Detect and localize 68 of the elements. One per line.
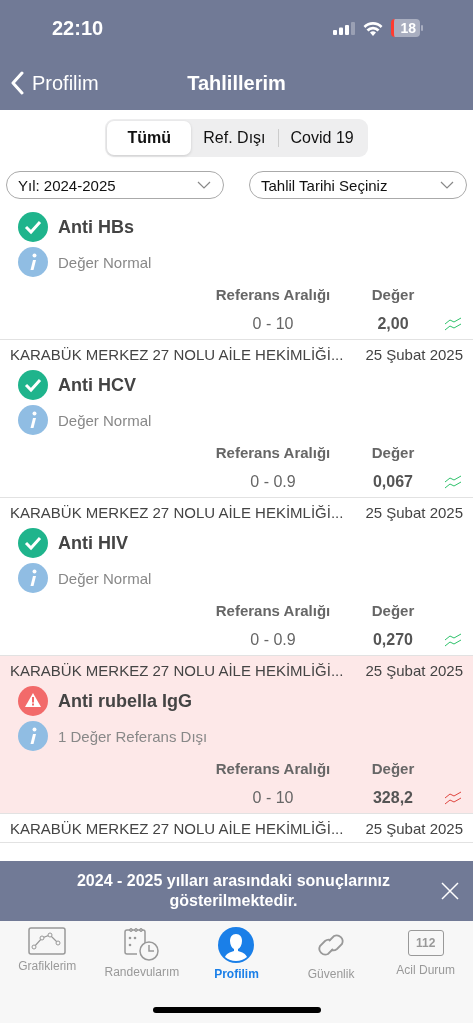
test-name: Anti HCV [58, 374, 136, 396]
column-header: Referans Aralığı [214, 444, 332, 461]
info-icon [18, 247, 48, 277]
calendar-clock-icon [122, 927, 161, 961]
test-name: Anti HBs [58, 216, 134, 238]
wifi-icon [363, 20, 384, 36]
info-icon [18, 721, 48, 751]
segment-tab[interactable]: Ref. Dışı [191, 121, 278, 155]
check-icon [18, 370, 48, 400]
chevron-down-icon [440, 181, 454, 189]
trend-chart-icon[interactable] [444, 317, 462, 331]
result-value: 0,270 [371, 631, 414, 649]
test-name: Anti rubella IgG [58, 690, 192, 712]
trend-chart-icon[interactable] [444, 475, 462, 489]
person-icon [218, 927, 255, 963]
column-header: Değer [370, 444, 416, 461]
test-name: Anti HIV [58, 532, 128, 554]
reference-range: 0 - 0.9 [249, 473, 297, 491]
facility-name: KARABÜK MERKEZ 27 NOLU AİLE HEKİMLİĞİ... [10, 661, 344, 679]
result-row[interactable]: KARABÜK MERKEZ 27 NOLU AİLE HEKİMLİĞİ... 25 Şubat 2025 Anti HCV Değer Normal Referans Aralığı Değer 0 - 0.9 0,067 [0, 340, 473, 498]
check-icon [18, 212, 48, 242]
signal-icon [333, 21, 356, 35]
clock-time: 22:10 [52, 16, 105, 40]
battery-icon: 18 [391, 19, 423, 37]
result-date: 25 Şubat 2025 [365, 345, 463, 363]
column-header: Referans Aralığı [214, 286, 332, 303]
result-value: 328,2 [371, 789, 414, 807]
facility-name: KARABÜK MERKEZ 27 NOLU AİLE HEKİMLİĞİ... [10, 345, 344, 363]
result-status-text: Değer Normal [58, 253, 152, 271]
page-title: Tahlillerim [187, 71, 286, 94]
info-icon [18, 563, 48, 593]
result-value: 2,00 [376, 315, 410, 333]
dropdown-select[interactable]: Yıl: 2024-2025 [6, 171, 224, 199]
result-value: 0,067 [371, 473, 414, 491]
result-date: 25 Şubat 2025 [365, 819, 463, 837]
chart-icon [28, 927, 67, 955]
chevron-down-icon [197, 181, 211, 189]
dropdown-select[interactable]: Tahlil Tarihi Seçiniz [249, 171, 467, 199]
info-icon [18, 405, 48, 435]
trend-chart-icon[interactable] [444, 633, 462, 647]
reference-range: 0 - 0.9 [249, 631, 297, 649]
column-header: Referans Aralığı [214, 602, 332, 619]
result-status-text: Değer Normal [58, 569, 152, 587]
segment-tab[interactable]: Covid 19 [278, 121, 366, 155]
result-date: 25 Şubat 2025 [365, 503, 463, 521]
tab-bar-item[interactable]: Profilim [190, 927, 283, 981]
toast-message: 2024 - 2025 yılları arasındaki sonuçlarınız gösterilmektedir. [75, 871, 392, 911]
column-header: Değer [370, 760, 416, 777]
emergency-number-icon: 112 [407, 930, 444, 956]
column-header: Değer [370, 286, 416, 303]
reference-range: 0 - 10 [251, 789, 295, 807]
reference-range: 0 - 10 [251, 315, 295, 333]
result-status-text: Değer Normal [58, 411, 152, 429]
result-card[interactable]: KARABÜK MERKEZ 27 NOLU AİLE HEKİMLİĞİ... 25 Şubat 2025 Anti rubella IgG 1 Değer Referans Dışı Referans Aralığı Değer 0 - 10 328,2 [0, 656, 473, 814]
column-header: Referans Aralığı [214, 760, 332, 777]
facility-name: KARABÜK MERKEZ 27 NOLU AİLE HEKİMLİĞİ... [10, 819, 344, 837]
result-row[interactable]: KARABÜK MERKEZ 27 NOLU AİLE HEKİMLİĞİ... 25 Şubat 2025 [0, 814, 473, 843]
column-header: Değer [370, 602, 416, 619]
result-row[interactable]: Anti HBs Değer Normal Referans Aralığı Değer 0 - 10 2,00 [0, 210, 473, 340]
result-status-text: 1 Değer Referans Dışı [58, 727, 208, 745]
back-chevron-icon [10, 71, 24, 95]
trend-chart-icon[interactable] [444, 791, 462, 805]
warning-icon [18, 686, 48, 716]
back-button[interactable]: Profilim [0, 70, 105, 96]
result-date: 25 Şubat 2025 [365, 661, 463, 679]
check-icon [18, 528, 48, 558]
segment-tab[interactable]: Tümü [107, 121, 192, 155]
facility-name: KARABÜK MERKEZ 27 NOLU AİLE HEKİMLİĞİ... [10, 503, 344, 521]
